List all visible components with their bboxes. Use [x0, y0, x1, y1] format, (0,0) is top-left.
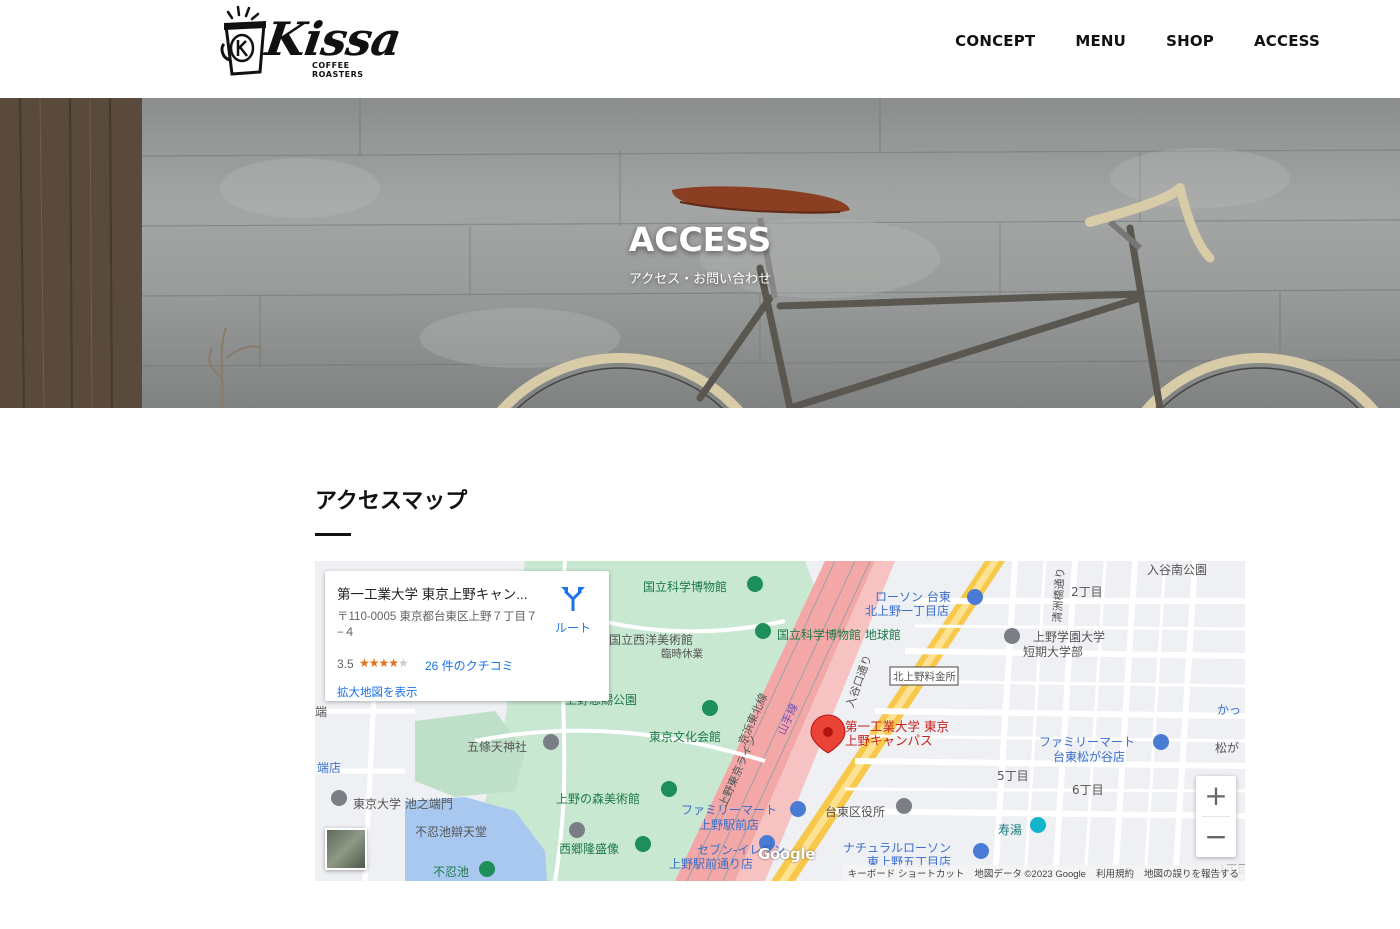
map-data-credit: 地図データ ©2023 Google: [974, 869, 1086, 880]
map-label-campus: 上野キャンパス: [845, 733, 933, 748]
map-label: 西郷隆盛像: [559, 842, 620, 856]
map-label: 北上野一丁目店: [865, 604, 950, 618]
view-larger-map-link[interactable]: 拡大地図を表示: [337, 684, 418, 700]
nav-access[interactable]: ACCESS: [1254, 32, 1320, 50]
map-attribution: キーボード ショートカット 地図データ ©2023 Google 利用規約 地図…: [841, 865, 1245, 881]
site-header: Kissa COFFEE ROASTERS CONCEPT MENU SHOP …: [0, 0, 1400, 98]
keyboard-shortcuts-link[interactable]: キーボード ショートカット: [848, 866, 965, 880]
directions-label: ルート: [554, 621, 591, 635]
map-label: 東京大学 池之端門: [353, 797, 453, 811]
brand-tagline: COFFEE ROASTERS: [312, 61, 364, 79]
directions-button[interactable]: ルート: [551, 581, 595, 637]
map-label: 5丁目: [997, 769, 1029, 783]
place-rating: 3.5: [337, 657, 354, 671]
section-divider: [315, 533, 351, 536]
google-logo: Google: [758, 845, 816, 863]
nav-menu[interactable]: MENU: [1075, 32, 1126, 50]
map-label: 短期大学部: [1023, 645, 1084, 659]
map-label: 台東松が谷店: [1053, 750, 1126, 764]
brand-name: Kissa: [262, 12, 404, 66]
zoom-in-button[interactable]: +: [1196, 776, 1236, 816]
terms-link[interactable]: 利用規約: [1096, 866, 1134, 880]
google-map[interactable]: 国立科学博物館 国立西洋美術館 臨時休業 国立科学博物館 地球館 ローソン 台東…: [315, 561, 1245, 881]
map-label: 国立科学博物館: [643, 580, 728, 594]
place-info-card: 第一工業大学 東京上野キャン... 〒110-0005 東京都台東区上野７丁目７…: [325, 571, 609, 701]
brand-logo[interactable]: Kissa COFFEE ROASTERS: [218, 4, 404, 80]
map-label: 入谷南公園: [1147, 563, 1208, 577]
report-error-link[interactable]: 地図の誤りを報告する: [1144, 866, 1239, 880]
reviews-link[interactable]: 26 件のクチコミ: [425, 657, 514, 674]
place-address: 〒110-0005 東京都台東区上野７丁目７−４: [337, 611, 538, 639]
nav-concept[interactable]: CONCEPT: [955, 32, 1035, 50]
hero-banner: ACCESS アクセス・お問い合わせ: [0, 98, 1400, 408]
map-label: 北上野料金所: [893, 671, 956, 683]
main-nav: CONCEPT MENU SHOP ACCESS: [955, 32, 1320, 50]
map-label: 国立科学博物館 地球館: [777, 628, 901, 642]
map-label-campus: 第一工業大学 東京: [845, 719, 949, 734]
map-label: 不忍池辯天堂: [415, 825, 488, 839]
map-label: 6丁目: [1072, 783, 1104, 797]
place-title: 第一工業大学 東京上野キャン...: [337, 587, 528, 602]
map-label: 臨時休業: [661, 648, 703, 660]
map-label: 東京文化会館: [649, 730, 722, 744]
map-label: 上野駅前店: [699, 818, 760, 832]
hero-title: ACCESS: [628, 220, 772, 259]
map-label: 端: [315, 705, 328, 719]
map-label: 寿湯: [998, 823, 1023, 837]
map-label: かっ: [1217, 703, 1242, 717]
map-label: 端店: [317, 761, 342, 775]
map-label: 2丁目: [1071, 585, 1103, 599]
satellite-layer-button[interactable]: [325, 828, 367, 870]
map-label: 上野の森美術館: [556, 792, 641, 806]
map-label: 台東区役所: [825, 805, 886, 819]
rating-stars-icon: ★★★★★: [359, 656, 409, 670]
map-label: 上野駅前通り店: [669, 857, 754, 871]
map-label: 松が: [1215, 741, 1240, 755]
zoom-control: + −: [1196, 776, 1236, 857]
nav-shop[interactable]: SHOP: [1166, 32, 1214, 50]
zoom-out-button[interactable]: −: [1196, 817, 1236, 857]
section-title: アクセスマップ: [315, 489, 468, 514]
map-label: 五條天神社: [467, 740, 528, 754]
map-label: 不忍池: [433, 865, 470, 879]
hero-subtitle: アクセス・お問い合わせ: [628, 272, 772, 287]
directions-icon: [561, 587, 585, 611]
